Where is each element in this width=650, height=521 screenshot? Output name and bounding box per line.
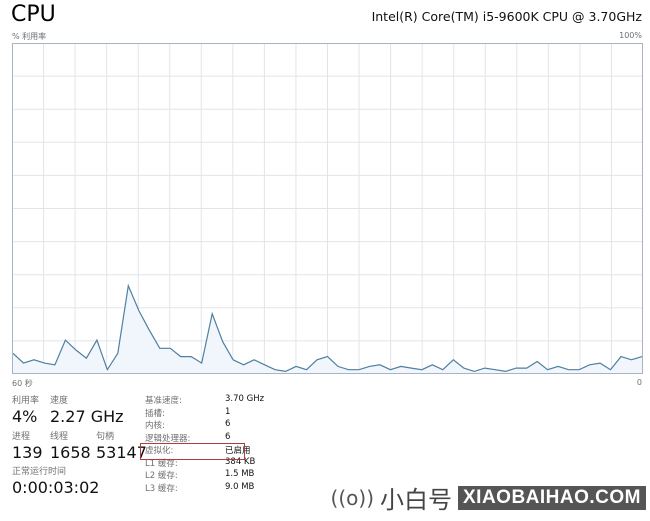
stat-value: 0:00:03:02 bbox=[12, 478, 100, 497]
y-max-label: 100% bbox=[619, 31, 642, 40]
x-min-label: 0 bbox=[636, 378, 642, 387]
detail-row: L2 缓存: 1.5 MB bbox=[145, 469, 264, 482]
detail-value: 1 bbox=[225, 406, 231, 417]
stat-threads: 线程 1658 bbox=[50, 429, 91, 462]
detail-row: L3 缓存: 9.0 MB bbox=[145, 482, 264, 495]
watermark-brand: 小白号 bbox=[380, 486, 452, 514]
stat-speed: 速度 2.27 GHz bbox=[50, 393, 124, 426]
stat-value: 139 bbox=[12, 443, 43, 462]
stat-utilization: 利用率 4% bbox=[12, 393, 39, 426]
stat-processes: 进程 139 bbox=[12, 429, 43, 462]
watermark: ((o)) 小白号 XIAOBAIHAO.COM bbox=[331, 480, 646, 515]
virtualization-highlight bbox=[140, 443, 245, 460]
detail-row: 内核: 6 bbox=[145, 419, 264, 432]
cpu-utilization-graph bbox=[12, 43, 643, 374]
x-axis-label: 60 秒 bbox=[12, 379, 33, 388]
detail-key: 基准速度: bbox=[145, 396, 182, 406]
stat-label: 速度 bbox=[50, 396, 69, 406]
stat-value: 4% bbox=[12, 407, 38, 426]
detail-key: L3 缓存: bbox=[145, 483, 178, 494]
detail-row: 插槽: 1 bbox=[145, 407, 264, 420]
page-title: CPU bbox=[11, 2, 56, 27]
stat-value: 2.27 GHz bbox=[50, 407, 124, 426]
stat-uptime: 正常运行时间 0:00:03:02 bbox=[12, 464, 99, 497]
y-axis-label: % 利用率 bbox=[12, 32, 47, 41]
detail-value: 9.0 MB bbox=[225, 481, 255, 492]
detail-value: 3.70 GHz bbox=[225, 394, 265, 404]
detail-key: 插槽: bbox=[145, 408, 165, 419]
chart-svg bbox=[12, 43, 643, 374]
stat-label: 线程 bbox=[50, 432, 69, 442]
cpu-model: Intel(R) Core(TM) i5-9600K CPU @ 3.70GHz bbox=[371, 9, 642, 24]
detail-row: 基准速度: 3.70 GHz bbox=[145, 394, 264, 407]
watermark-site: XIAOBAIHAO.COM bbox=[458, 485, 646, 510]
stat-label: 正常运行时间 bbox=[12, 467, 67, 477]
detail-value: 1.5 MB bbox=[225, 469, 255, 479]
stat-label: 利用率 bbox=[12, 396, 40, 406]
detail-key: 内核: bbox=[145, 421, 165, 431]
broadcast-icon: ((o)) bbox=[330, 485, 374, 510]
stat-label: 句柄 bbox=[96, 432, 115, 442]
stat-label: 进程 bbox=[12, 432, 31, 442]
detail-value: 6 bbox=[225, 419, 231, 429]
stat-value: 1658 bbox=[50, 443, 91, 462]
detail-key: L2 缓存: bbox=[145, 471, 178, 481]
